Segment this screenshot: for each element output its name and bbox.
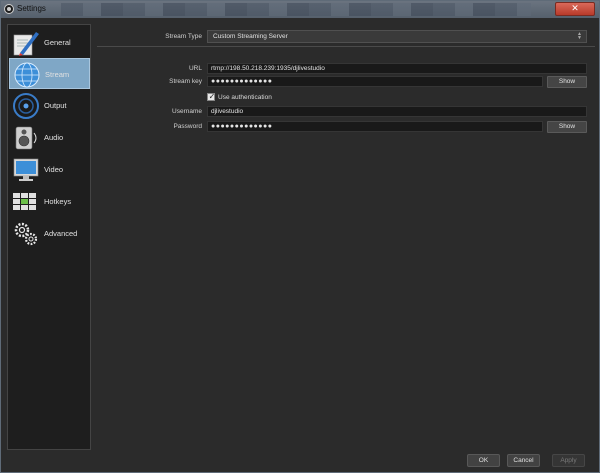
settings-sidebar: General Stream Output Audio Video Hotkey…: [7, 24, 91, 450]
stream-key-input[interactable]: ●●●●●●●●●●●●●: [207, 76, 543, 87]
sidebar-item-advanced[interactable]: Advanced: [9, 218, 90, 249]
sidebar-item-label: Audio: [44, 133, 64, 142]
sidebar-item-output[interactable]: Output: [9, 90, 90, 121]
gears-icon: [14, 222, 38, 246]
sidebar-item-general[interactable]: General: [9, 27, 90, 58]
speaker-icon: [15, 126, 37, 150]
sidebar-item-label: Video: [44, 165, 64, 174]
keyboard-icon: [13, 193, 36, 210]
sidebar-item-stream[interactable]: Stream: [9, 58, 90, 89]
sidebar-item-audio[interactable]: Audio: [9, 122, 90, 153]
stream-settings-panel: Stream Type Custom Streaming Server ▲ ▼ U…: [97, 24, 595, 450]
close-button[interactable]: ✕: [555, 2, 595, 16]
obs-app-icon: [4, 4, 14, 14]
password-label: Password: [173, 123, 202, 130]
show-password-button[interactable]: Show: [547, 121, 587, 133]
monitor-icon: [13, 158, 39, 181]
url-input[interactable]: rtmp://198.50.218.239:1935/djlivestudio: [207, 63, 587, 74]
output-icon: [13, 93, 39, 119]
checkmark-icon: ✓: [208, 92, 216, 101]
sidebar-item-label: General: [44, 38, 71, 47]
stream-type-value: Custom Streaming Server: [213, 33, 288, 40]
title-bar: Settings ✕: [1, 1, 599, 18]
chevron-updown-icon: ▲ ▼: [577, 31, 582, 41]
divider: [97, 46, 595, 47]
password-input[interactable]: ●●●●●●●●●●●●●: [207, 121, 543, 132]
apply-button[interactable]: Apply: [552, 454, 585, 467]
sidebar-item-label: Hotkeys: [44, 197, 72, 206]
username-label: Username: [172, 108, 202, 115]
stream-type-label: Stream Type: [165, 33, 202, 40]
stream-globe-icon: [14, 62, 40, 88]
sidebar-item-label: Output: [44, 101, 67, 110]
stream-type-select[interactable]: Custom Streaming Server ▲ ▼: [207, 30, 587, 43]
username-input[interactable]: djlivestudio: [207, 106, 587, 117]
use-authentication-checkbox[interactable]: ✓: [207, 92, 216, 101]
cancel-button[interactable]: Cancel: [507, 454, 540, 467]
settings-window: Settings ✕ General Stream Output Audio V…: [0, 0, 600, 473]
sidebar-item-label: Stream: [45, 70, 70, 79]
use-authentication-label: Use authentication: [218, 94, 272, 101]
sidebar-item-video[interactable]: Video: [9, 154, 90, 185]
sidebar-item-hotkeys[interactable]: Hotkeys: [9, 186, 90, 217]
window-title: Settings: [17, 4, 46, 13]
ok-button[interactable]: OK: [467, 454, 500, 467]
title-bar-background: [61, 3, 531, 16]
stream-key-label: Stream key: [169, 78, 202, 85]
sidebar-item-label: Advanced: [44, 229, 78, 238]
url-label: URL: [188, 65, 202, 72]
show-stream-key-button[interactable]: Show: [547, 76, 587, 88]
general-icon: [13, 32, 39, 56]
